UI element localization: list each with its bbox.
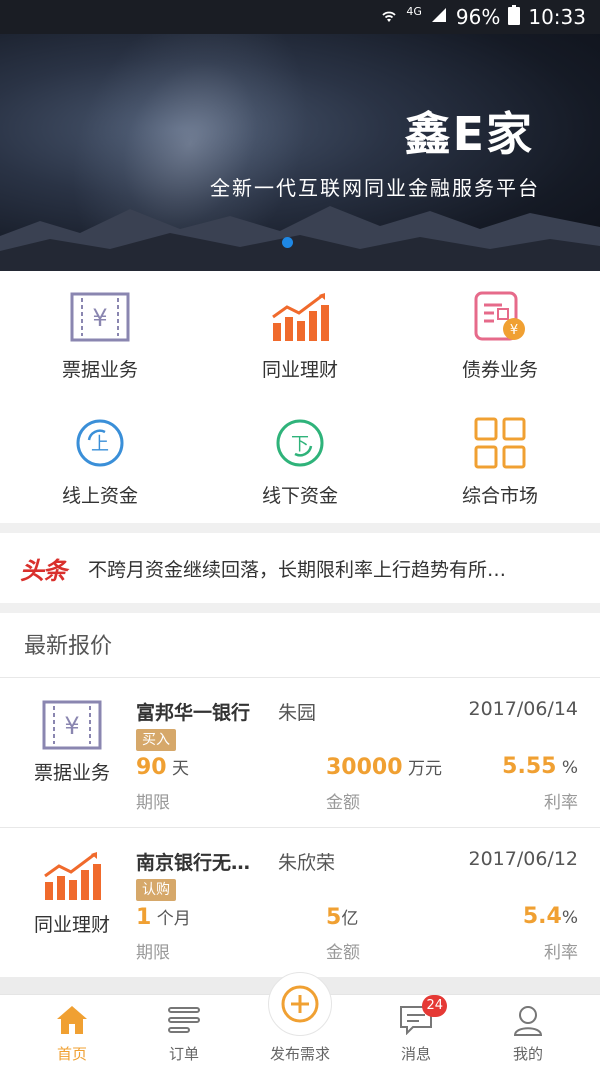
term-unit: 个月 [151,909,191,929]
rate-unit: % [561,908,578,928]
unread-badge: 24 [422,995,447,1017]
service-menu: ¥ 票据业务 同业理财 ¥ 债券业务 上 线上资金 下 线下资金 综合市场 [0,271,600,523]
contact-person: 朱欣荣 [278,852,336,874]
term-caption: 期限 [136,943,170,963]
status-bar: 4G 96% 10:33 [0,0,600,34]
rate-value: 5.4% [523,904,578,929]
mountains-illustration [0,206,600,271]
rate-value: 5.55 % [502,754,578,779]
tab-label: 我的 [512,1045,543,1063]
term-number: 1 [136,905,152,930]
amount-unit: 万元 [402,759,442,779]
term-number: 90 [136,755,167,780]
menu-bill-business[interactable]: ¥ 票据业务 [0,271,200,397]
term-caption: 期限 [136,793,170,813]
tab-orders[interactable]: 订单 [124,995,244,1067]
tab-home[interactable]: 首页 [12,995,132,1067]
bill-icon: ¥ [42,700,102,750]
rate-number: 5.55 [502,754,557,779]
menu-online-funds[interactable]: 上 线上资金 [0,397,200,523]
svg-text:¥: ¥ [92,304,107,332]
bar-chart-icon [44,852,101,900]
plus-icon [281,985,319,1023]
tab-label: 订单 [168,1045,199,1063]
list-icon [167,1001,201,1039]
svg-text:¥: ¥ [64,712,79,740]
wifi-icon [380,5,398,29]
amount-number: 30000 [326,755,403,780]
banner-slogan: 全新一代互联网同业金融服务平台 [210,176,540,200]
home-icon [55,1001,89,1039]
promo-banner[interactable]: 鑫E家 全新一代互联网同业金融服务平台 [0,34,600,271]
menu-bond-business[interactable]: ¥ 债券业务 [400,271,600,397]
trade-badge: 买入 [136,729,176,751]
rate-caption: 利率 [544,793,578,813]
menu-label: 线上资金 [61,485,138,507]
amount-number: 5 [326,905,342,930]
menu-interbank-finance[interactable]: 同业理财 [200,271,400,397]
menu-offline-funds[interactable]: 下 线下资金 [200,397,400,523]
amount-unit: 亿 [341,909,359,929]
publish-button[interactable] [268,972,332,1036]
tab-messages[interactable]: 24 消息 [356,995,476,1067]
rate-caption: 利率 [544,943,578,963]
quote-card[interactable]: 同业理财 南京银行无… 朱欣荣 2017/06/12 认购 1 个月 期限 5亿… [0,827,600,977]
brand-logo: 鑫E家 [404,107,534,161]
battery-icon [508,4,521,30]
news-headline[interactable]: 头条 不跨月资金继续回落，长期限利率上行趋势有所… [0,533,600,603]
bar-chart-icon [269,289,331,345]
tab-mine[interactable]: 我的 [468,995,588,1067]
offline-funds-icon: 下 [275,415,325,471]
menu-label: 债券业务 [461,359,538,381]
svg-text:¥: ¥ [510,323,518,338]
section-divider [0,603,600,613]
headline-tag: 头条 [20,556,67,585]
quote-date: 2017/06/12 [468,848,578,870]
tab-label: 首页 [56,1045,87,1063]
amount-value: 5亿 [326,904,358,930]
headline-text: 不跨月资金继续回落，长期限利率上行趋势有所… [88,558,507,581]
section-title: 最新报价 [24,634,113,659]
section-divider [0,523,600,533]
quote-card[interactable]: ¥ 票据业务 富邦华一银行 朱园 2017/06/14 买入 90 天 期限 3… [0,677,600,827]
amount-caption: 金额 [326,943,360,963]
tab-label: 发布需求 [269,1045,330,1063]
message-icon: 24 [399,995,447,1039]
contact-person: 朱园 [278,702,317,724]
trade-badge: 认购 [136,879,176,901]
category-label: 同业理财 [33,914,110,936]
menu-label: 票据业务 [61,359,138,381]
rate-number: 5.4 [522,904,562,929]
term-unit: 天 [166,759,190,779]
battery-percent: 96% [455,5,501,29]
signal-icon [430,5,448,29]
amount-value: 30000 万元 [326,754,442,780]
term-value: 1 个月 [136,904,191,930]
quote-category: 同业理财 [22,850,122,937]
bill-icon: ¥ [70,289,130,345]
menu-label: 综合市场 [461,485,538,507]
bond-icon: ¥ [472,289,528,345]
carousel-indicator[interactable] [282,237,293,248]
bank-name: 南京银行无… [136,852,251,874]
amount-caption: 金额 [326,793,360,813]
quote-date: 2017/06/14 [468,698,578,720]
category-label: 票据业务 [33,762,110,784]
online-funds-icon: 上 [75,415,125,471]
tab-label: 消息 [400,1045,431,1063]
bank-name: 富邦华一银行 [136,702,251,724]
quote-category: ¥ 票据业务 [22,700,122,785]
network-type: 4G [406,4,422,18]
menu-integrated-market[interactable]: 综合市场 [400,397,600,523]
menu-label: 线下资金 [261,485,338,507]
menu-label: 同业理财 [261,359,338,381]
svg-text:下: 下 [291,434,309,455]
grid-icon [474,415,526,471]
user-icon [512,1001,544,1039]
term-value: 90 天 [136,754,189,780]
clock: 10:33 [528,5,586,29]
rate-unit: % [556,758,578,778]
svg-text:上: 上 [91,434,109,455]
